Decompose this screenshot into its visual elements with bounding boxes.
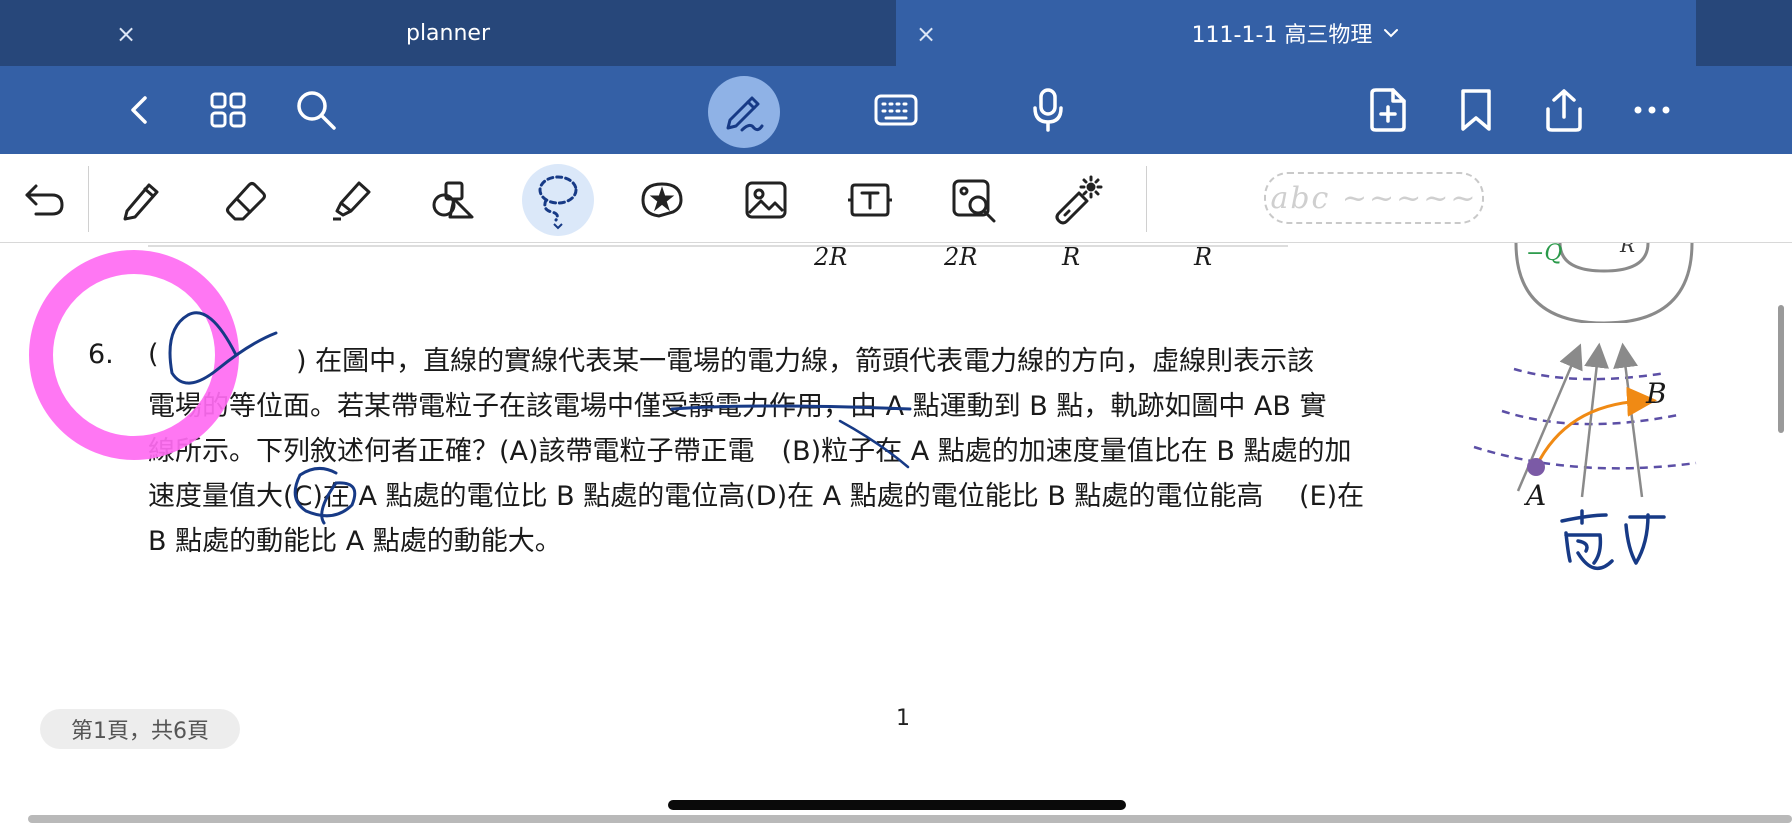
add-page-icon[interactable] [1358, 80, 1418, 140]
bookmark-icon[interactable] [1446, 80, 1506, 140]
tab-bar: × planner × 111-1-1 高三物理 [0, 0, 1792, 66]
text-box-icon[interactable] [842, 172, 898, 228]
vertical-scrollbar[interactable] [1778, 305, 1784, 433]
search-icon[interactable] [286, 80, 346, 140]
divider [88, 166, 89, 232]
tab-physics[interactable]: × 111-1-1 高三物理 [896, 0, 1696, 66]
share-icon[interactable] [1534, 80, 1594, 140]
tools-bar: abc ~~~~~ [0, 154, 1792, 243]
handwriting-input-box[interactable]: abc ~~~~~ [1264, 172, 1484, 224]
tab-planner[interactable]: × planner [0, 0, 896, 66]
divider [1146, 166, 1147, 232]
highlighter-icon[interactable] [322, 172, 378, 228]
main-toolbar [0, 66, 1792, 154]
tab-label: planner [405, 20, 491, 46]
image-icon[interactable] [738, 172, 794, 228]
close-tab-icon[interactable]: × [116, 20, 136, 48]
microphone-icon[interactable] [1018, 80, 1078, 140]
undo-icon[interactable] [16, 172, 72, 228]
pen-tool-icon[interactable] [114, 172, 170, 228]
more-icon[interactable] [1622, 80, 1682, 140]
grid-icon[interactable] [198, 80, 258, 140]
chevron-down-icon[interactable] [1382, 27, 1400, 39]
keyboard-icon[interactable] [866, 80, 926, 140]
close-tab-icon[interactable]: × [916, 20, 936, 48]
horizontal-scrollbar[interactable] [28, 815, 1792, 823]
home-indicator[interactable] [668, 800, 1126, 810]
page-info-badge: 第1頁，共6頁 [40, 709, 240, 749]
back-icon[interactable] [110, 80, 170, 140]
sticker-icon[interactable] [634, 172, 690, 228]
laser-pointer-icon[interactable] [1050, 172, 1106, 228]
lasso-tool-button[interactable] [522, 164, 594, 236]
page-number: 1 [896, 706, 910, 731]
shapes-icon[interactable] [426, 172, 482, 228]
eraser-icon[interactable] [218, 172, 274, 228]
zoom-window-icon[interactable] [946, 172, 1002, 228]
tab-label: 111-1-1 高三物理 [1191, 23, 1373, 48]
pen-mode-button[interactable] [708, 76, 780, 148]
